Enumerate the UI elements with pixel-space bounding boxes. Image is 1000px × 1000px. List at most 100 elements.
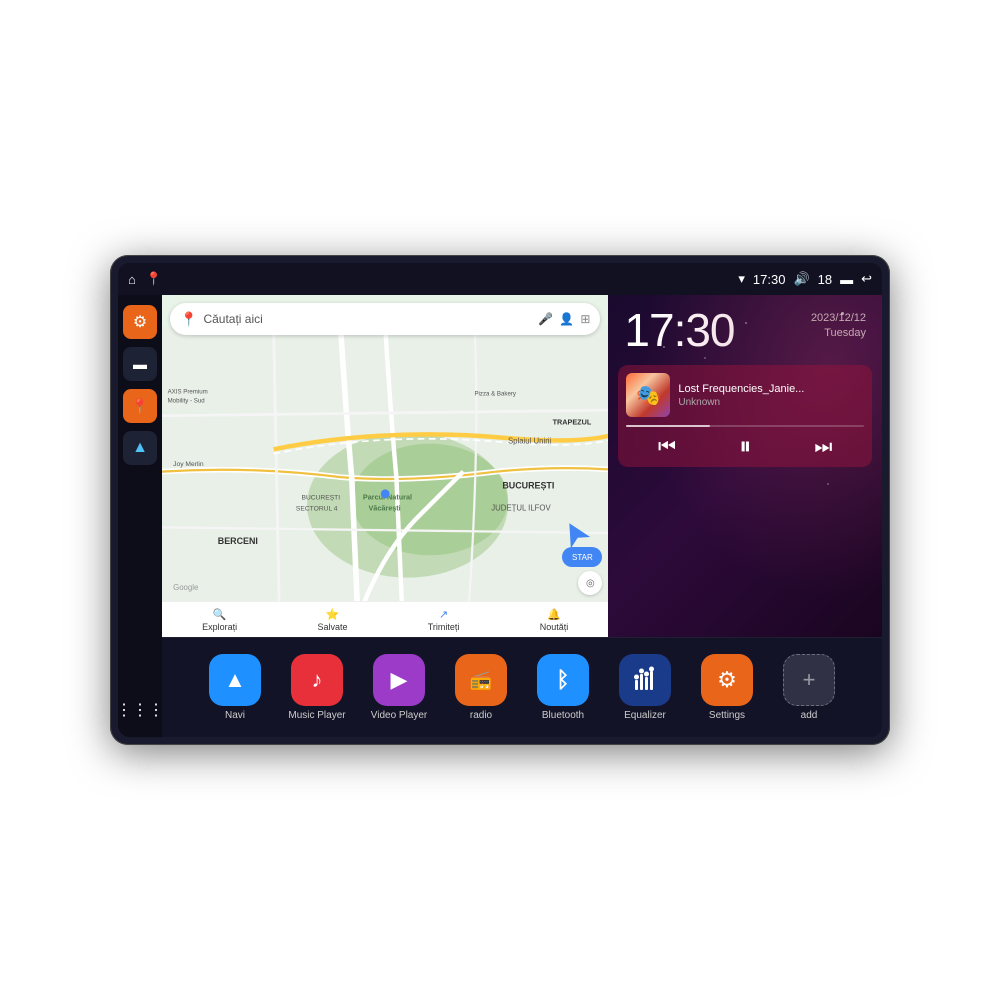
app-settings[interactable]: ⚙ Settings	[689, 654, 765, 721]
svg-text:JUDEȚUL ILFOV: JUDEȚUL ILFOV	[491, 504, 551, 513]
location-dot-icon: ◎	[586, 578, 595, 589]
car-infotainment-device: ⌂ 📍 ▾ 17:30 🔊 18 ▬ ↩ ⚙ ▬	[110, 255, 890, 745]
account-icon[interactable]: 👤	[559, 312, 574, 326]
news-label: Noutăți	[540, 622, 569, 632]
clock-date: 2023/12/12 Tuesday	[811, 311, 866, 342]
svg-text:TRAPEZUL: TRAPEZUL	[553, 418, 592, 427]
settings-icon: ⚙	[133, 312, 147, 332]
clock-display: 17:30	[624, 307, 734, 353]
home-icon[interactable]: ⌂	[128, 272, 136, 287]
map-pin-icon[interactable]: 📍	[146, 271, 162, 287]
album-art: 🎭	[626, 373, 670, 417]
right-panel: 17:30 2023/12/12 Tuesday 🎭	[608, 295, 882, 637]
navi-label: Navi	[225, 710, 245, 721]
map-bottom-bar: 🔍 Explorați ⭐ Salvate ↗ Trimiteți	[162, 601, 608, 637]
archive-icon: ▬	[133, 356, 147, 372]
music-text: Lost Frequencies_Janie... Unknown	[678, 383, 864, 408]
app-bluetooth[interactable]: ᛒ Bluetooth	[525, 654, 601, 721]
pause-button[interactable]: ⏸	[739, 435, 751, 459]
app-video[interactable]: ▶ Video Player	[361, 654, 437, 721]
search-placeholder[interactable]: Căutați aici	[203, 312, 532, 326]
bluetooth-icon-bg: ᛒ	[537, 654, 589, 706]
apps-grid-section: ▲ Navi ♪ Music Player ▶	[162, 637, 882, 737]
sidebar-nav-btn[interactable]: ▲	[123, 431, 157, 465]
status-bar: ⌂ 📍 ▾ 17:30 🔊 18 ▬ ↩	[118, 263, 882, 295]
saved-label: Salvate	[317, 622, 347, 632]
app-add[interactable]: + add	[771, 654, 847, 721]
clock-colon: :	[674, 304, 686, 356]
status-left: ⌂ 📍	[128, 271, 162, 287]
map-search-bar[interactable]: 📍 Căutați aici 🎤 👤 ⊞	[170, 303, 600, 335]
prev-button[interactable]: ⏮	[658, 437, 676, 457]
star-button[interactable]: STAR	[562, 547, 602, 567]
add-label: add	[801, 710, 818, 721]
share-label: Trimiteți	[428, 622, 460, 632]
music-title: Lost Frequencies_Janie...	[678, 383, 864, 395]
radio-label: radio	[470, 710, 492, 721]
sidebar-map-btn[interactable]: 📍	[123, 389, 157, 423]
music-controls: ⏮ ⏸ ⏭	[626, 435, 864, 459]
app-equalizer[interactable]: Equalizer	[607, 654, 683, 721]
explore-btn[interactable]: 🔍 Explorați	[202, 608, 237, 632]
share-icon: ↗	[439, 608, 448, 621]
equalizer-icon	[631, 666, 659, 694]
battery-icon: ▬	[840, 272, 853, 287]
video-label: Video Player	[371, 710, 428, 721]
progress-bar[interactable]	[626, 425, 864, 427]
music-player: 🎭 Lost Frequencies_Janie... Unknown	[618, 365, 872, 467]
music-label: Music Player	[288, 710, 345, 721]
clock-section: 17:30 2023/12/12 Tuesday	[608, 295, 882, 361]
back-icon[interactable]: ↩	[861, 271, 872, 287]
device-screen: ⌂ 📍 ▾ 17:30 🔊 18 ▬ ↩ ⚙ ▬	[118, 263, 882, 737]
search-right-icons: 🎤 👤 ⊞	[538, 312, 590, 326]
add-icon-bg: +	[783, 654, 835, 706]
explore-label: Explorați	[202, 622, 237, 632]
sidebar: ⚙ ▬ 📍 ▲ ⋮⋮⋮	[118, 295, 162, 737]
volume-icon: 🔊	[793, 271, 809, 287]
svg-text:AXIS Premium: AXIS Premium	[168, 388, 208, 395]
battery-level: 18	[818, 272, 832, 287]
album-art-icon: 🎭	[636, 383, 661, 408]
clock-hours: 17	[624, 304, 673, 356]
app-navi[interactable]: ▲ Navi	[197, 654, 273, 721]
map-icon: 📍	[131, 398, 148, 415]
star-icon: STAR	[572, 553, 593, 562]
clock-minutes: 30	[685, 304, 734, 356]
radio-icon: 📻	[455, 654, 507, 706]
app-radio[interactable]: 📻 radio	[443, 654, 519, 721]
svg-text:Google: Google	[173, 583, 198, 592]
date-value: 2023/12/12	[811, 311, 866, 326]
layers-icon[interactable]: ⊞	[580, 312, 590, 326]
app-music[interactable]: ♪ Music Player	[279, 654, 355, 721]
svg-text:Joy Merlin: Joy Merlin	[173, 461, 204, 468]
top-panel: Splaiul Unirii TRAPEZUL BUCUREȘTI JUDEȚU…	[162, 295, 882, 637]
sidebar-apps-btn[interactable]: ⋮⋮⋮	[123, 693, 157, 727]
svg-text:Mobility - Sud: Mobility - Sud	[168, 397, 206, 404]
next-button[interactable]: ⏭	[814, 437, 832, 457]
wifi-icon: ▾	[738, 271, 745, 287]
equalizer-label: Equalizer	[624, 710, 666, 721]
svg-text:SECTORUL 4: SECTORUL 4	[296, 506, 338, 513]
sidebar-settings-btn[interactable]: ⚙	[123, 305, 157, 339]
share-btn[interactable]: ↗ Trimiteți	[428, 608, 460, 632]
navi-icon: ▲	[209, 654, 261, 706]
svg-text:BUCUREȘTI: BUCUREȘTI	[301, 494, 340, 501]
day-value: Tuesday	[811, 326, 866, 341]
apps-grid-icon: ⋮⋮⋮	[118, 700, 164, 720]
saved-btn[interactable]: ⭐ Salvate	[317, 608, 347, 632]
map-svg: Splaiul Unirii TRAPEZUL BUCUREȘTI JUDEȚU…	[162, 295, 608, 637]
news-btn[interactable]: 🔔 Noutăți	[540, 608, 569, 632]
sidebar-archive-btn[interactable]: ▬	[123, 347, 157, 381]
add-icon: +	[803, 667, 816, 693]
svg-text:BUCUREȘTI: BUCUREȘTI	[502, 480, 554, 490]
music-icon: ♪	[291, 654, 343, 706]
map-widget[interactable]: Splaiul Unirii TRAPEZUL BUCUREȘTI JUDEȚU…	[162, 295, 608, 637]
mic-icon[interactable]: 🎤	[538, 312, 553, 326]
status-right: ▾ 17:30 🔊 18 ▬ ↩	[738, 271, 872, 287]
svg-text:Văcărești: Văcărești	[368, 504, 400, 513]
news-icon: 🔔	[547, 608, 561, 621]
saved-icon: ⭐	[326, 608, 340, 621]
content-area: Splaiul Unirii TRAPEZUL BUCUREȘTI JUDEȚU…	[162, 295, 882, 737]
nav-icon: ▲	[132, 439, 148, 457]
settings-icon-bg: ⚙	[701, 654, 753, 706]
